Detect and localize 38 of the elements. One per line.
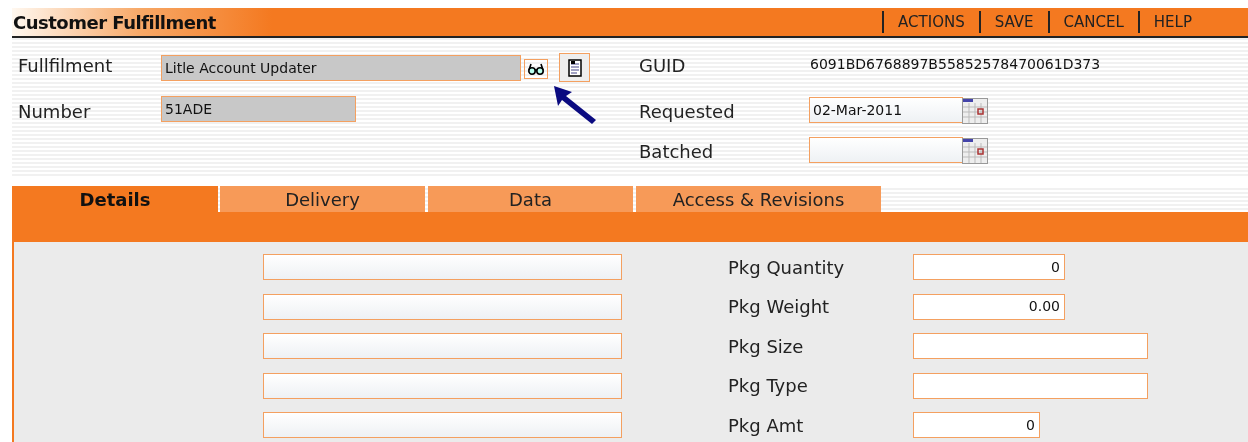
binoculars-icon[interactable] (524, 59, 548, 79)
text-field[interactable] (263, 372, 622, 399)
document-icon[interactable] (559, 53, 590, 82)
tab[interactable]: Access & Revisions (636, 186, 881, 212)
field-label: Fullfilment (18, 54, 113, 78)
number-field[interactable]: 0.00 (913, 293, 1065, 320)
field-label: Requested (639, 100, 735, 124)
field-label: Pkg Type (728, 374, 809, 398)
number-field[interactable]: 51ADE (161, 96, 356, 122)
text-field[interactable] (263, 412, 622, 438)
toolbar-button[interactable]: HELP (1139, 10, 1206, 34)
field-label: Batched (639, 140, 714, 164)
calendar-icon[interactable] (962, 98, 988, 124)
text-field[interactable] (263, 333, 622, 359)
field-label: Pkg Size (728, 334, 805, 359)
text-field[interactable] (263, 293, 622, 320)
tab[interactable]: Delivery (220, 186, 425, 212)
number-field[interactable]: 0 (913, 254, 1065, 280)
toolbar-button[interactable]: SAVE (980, 10, 1048, 34)
number-field[interactable]: 0 (913, 412, 1040, 438)
guid-value: 6091BD6768897B55852578470061D373 (810, 55, 1101, 74)
text-field[interactable] (263, 254, 622, 280)
toolbar-button[interactable]: ACTIONS (884, 10, 979, 34)
field-label: Pkg Amt (728, 413, 805, 438)
field-label: Number (18, 100, 91, 124)
tab[interactable]: Details (12, 186, 218, 212)
date-field[interactable]: 02-Mar-2011 (809, 97, 963, 123)
page-title: Customer Fulfillment (13, 10, 216, 35)
fullfilment-field[interactable]: Litle Account Updater (161, 55, 521, 81)
text-field[interactable] (913, 372, 1148, 399)
field-label: GUID (639, 54, 686, 78)
text-field[interactable] (913, 333, 1148, 359)
date-field[interactable] (809, 137, 963, 163)
toolbar-button[interactable]: CANCEL (1049, 10, 1138, 34)
field-label: Pkg Quantity (728, 255, 846, 280)
tab[interactable]: Data (428, 186, 633, 212)
field-label: Pkg Weight (728, 295, 831, 319)
calendar-icon[interactable] (962, 138, 988, 164)
